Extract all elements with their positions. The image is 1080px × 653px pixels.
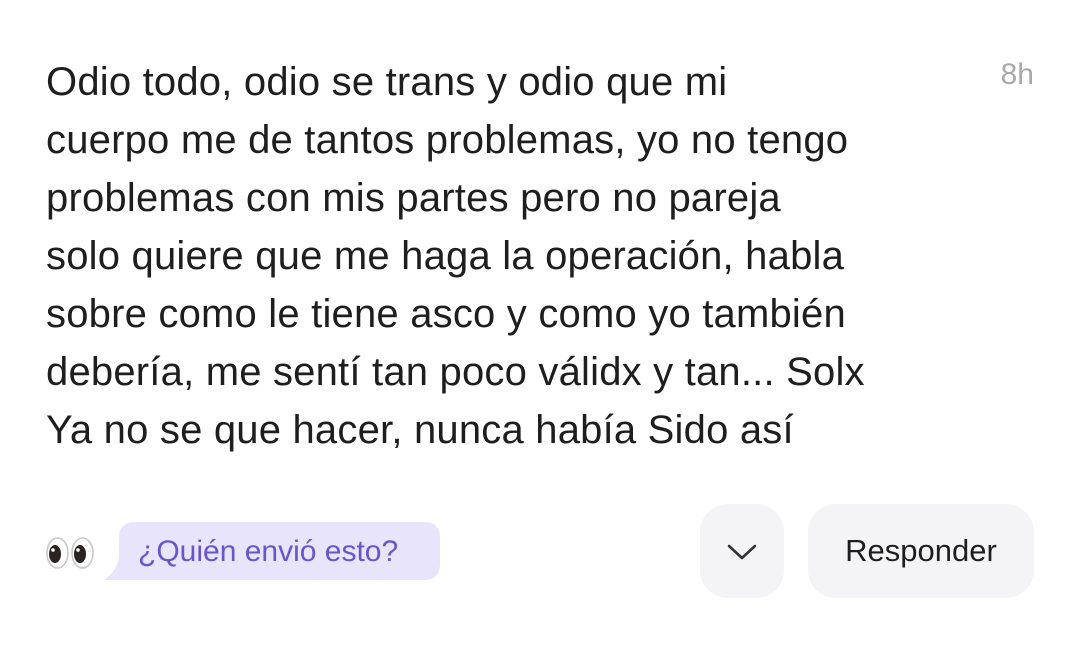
message-line: Ya no se que hacer, nunca había Sido así <box>46 408 794 452</box>
reply-label: Responder <box>845 533 997 568</box>
chevron-down-icon <box>727 544 757 560</box>
who-sent-label: ¿Quién envió esto? <box>138 535 399 568</box>
message-line: Odio todo, odio se trans y odio que mi <box>46 60 728 104</box>
message-line: solo quiere que me haga la operación, ha… <box>46 234 845 278</box>
message-line: cuerpo me de tantos problemas, yo no ten… <box>46 118 849 162</box>
reply-button[interactable]: Responder <box>808 504 1034 598</box>
timestamp: 8h <box>1000 58 1034 91</box>
message-card: Odio todo, odio se trans y odio que mi c… <box>0 0 1080 653</box>
message-line: sobre como le tiene asco y como yo tambi… <box>46 292 846 336</box>
message-line: debería, me sentí tan poco válidx y tan.… <box>46 350 865 394</box>
eyes-icon <box>46 536 94 570</box>
message-line: problemas con mis partes pero no pareja <box>46 176 781 220</box>
message-footer: ¿Quién envió esto? Responder <box>0 500 1080 600</box>
message-text: Odio todo, odio se trans y odio que mi c… <box>46 53 956 459</box>
expand-button[interactable] <box>700 504 784 598</box>
